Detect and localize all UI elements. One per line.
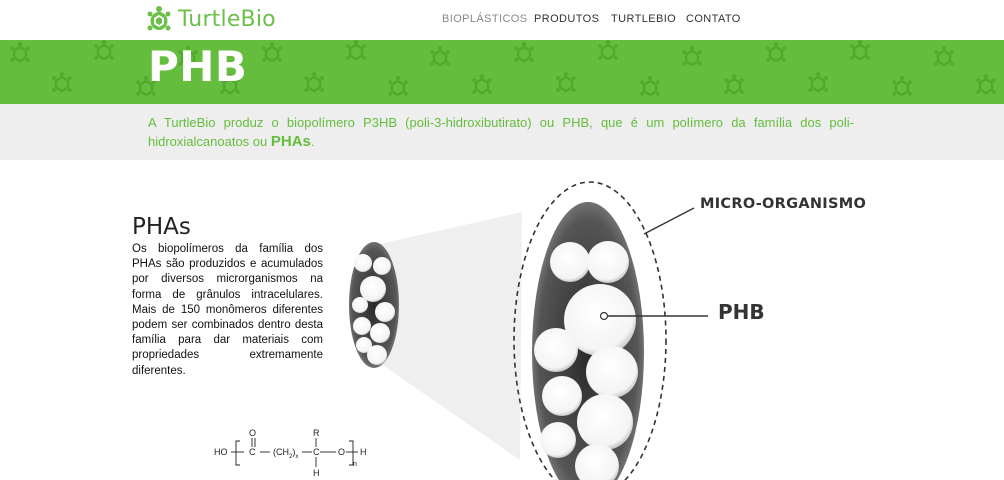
intro-highlight: PHAs xyxy=(270,133,311,150)
nav-contato[interactable]: CONTATO xyxy=(686,13,741,25)
formula-h-bottom: H xyxy=(313,468,320,478)
formula-ch: (CH xyxy=(273,447,289,457)
nav-turtlebio[interactable]: TURTLEBIO xyxy=(611,13,676,25)
phb-callout-dot xyxy=(599,311,609,321)
intro-band: A TurtleBio produz o biopolímero P3HB (p… xyxy=(0,104,1004,160)
small-cell xyxy=(349,242,399,368)
intro-text: A TurtleBio produz o biopolímero P3HB (p… xyxy=(148,113,854,151)
formula-o-mid: O xyxy=(338,447,346,457)
formula-ch2: (CH2)x xyxy=(273,447,298,460)
micro-callout-line xyxy=(643,207,695,235)
zoom-cone xyxy=(380,212,522,460)
page-banner: PHB xyxy=(0,40,1004,104)
formula-n: n xyxy=(353,461,357,468)
formula-subx: x xyxy=(295,453,299,460)
chemical-formula: HO O C (CH2)x R C H O H n xyxy=(212,426,382,480)
formula-c2: C xyxy=(313,447,320,457)
page-title: PHB xyxy=(148,42,248,91)
intro-suffix: . xyxy=(310,134,315,149)
main-nav: BIOPLÁSTICOS PRODUTOS TURTLEBIO CONTATO xyxy=(0,13,1004,29)
formula-r: R xyxy=(313,428,320,438)
large-cell xyxy=(513,181,667,480)
site-header: TurtleBio BIOPLÁSTICOS PRODUTOS TURTLEBI… xyxy=(0,0,1004,40)
nav-bioplasticos[interactable]: BIOPLÁSTICOS xyxy=(442,13,528,25)
formula-h-end: H xyxy=(360,447,367,457)
phb-label: PHB xyxy=(718,300,765,324)
formula-c: C xyxy=(249,447,256,457)
formula-o-top: O xyxy=(249,428,257,438)
formula-ho: HO xyxy=(214,447,228,457)
micro-organismo-label: MICRO-ORGANISMO xyxy=(700,196,867,212)
nav-produtos[interactable]: PRODUTOS xyxy=(534,13,599,25)
intro-body: A TurtleBio produz o biopolímero P3HB (p… xyxy=(148,115,854,149)
